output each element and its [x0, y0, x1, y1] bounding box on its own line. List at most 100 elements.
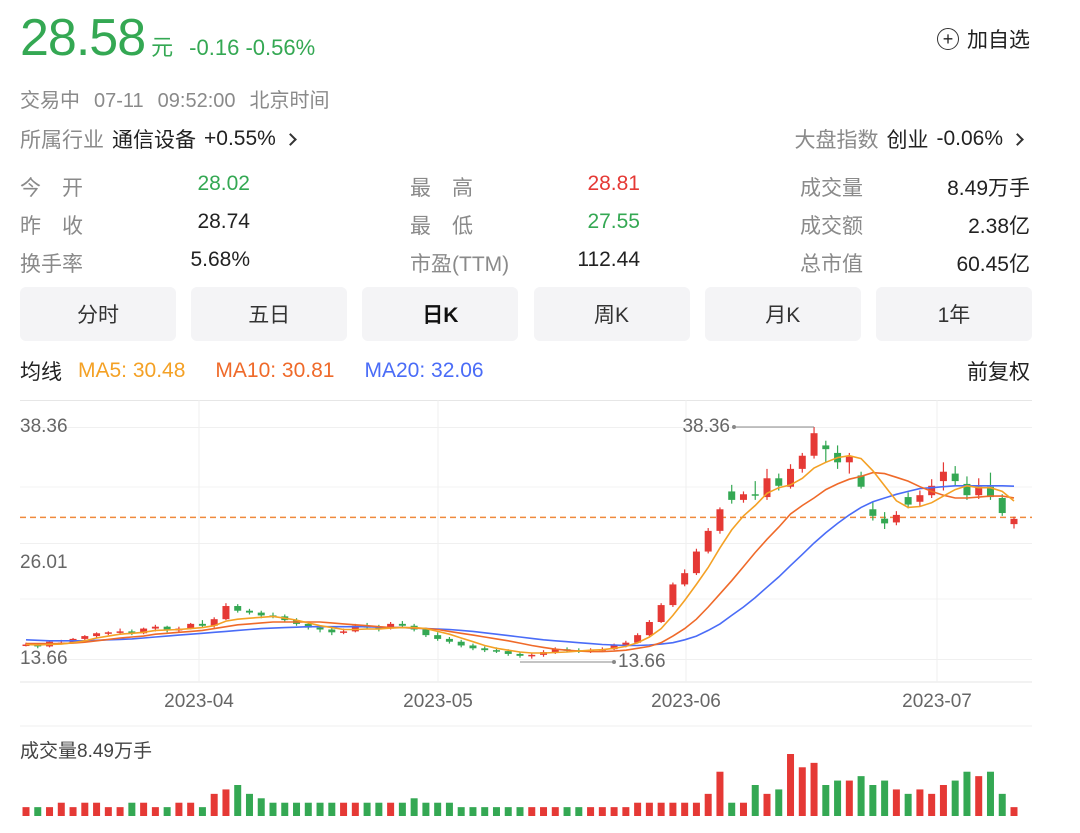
candle [481, 646, 489, 653]
volume-bar [540, 807, 548, 816]
volume-bar [681, 802, 689, 816]
candle-body [657, 605, 665, 622]
candle-body [340, 631, 348, 633]
volume-bar [798, 767, 806, 816]
volume-bar [69, 807, 77, 816]
candle-body [198, 623, 206, 626]
stat-pe: 市盈(TTM) 112.44 [410, 248, 640, 276]
candle-body [916, 495, 924, 502]
chevron-right-icon [283, 132, 297, 146]
candle [1010, 516, 1018, 529]
candle-body [1010, 518, 1018, 525]
candle [916, 490, 924, 507]
tab-five-day[interactable]: 五日 [191, 287, 348, 341]
tab-daily-k[interactable]: 日K [362, 287, 519, 341]
candle-body [422, 629, 430, 636]
volume-bar [504, 807, 512, 816]
candle-body [810, 433, 818, 456]
chevron-right-icon [1011, 132, 1024, 146]
adjust-toggle[interactable]: 前复权 [967, 356, 1030, 386]
candle [469, 643, 477, 651]
volume-bar [81, 802, 89, 816]
candle-body [739, 494, 747, 500]
candle-body [881, 518, 889, 524]
volume-bar [140, 802, 148, 816]
candle-body [692, 551, 700, 574]
candle [681, 569, 689, 587]
volume-bar [869, 785, 877, 816]
tab-monthly-k[interactable]: 月K [704, 287, 861, 341]
volume-bar [834, 780, 842, 816]
volume-bar [739, 802, 747, 816]
tab-weekly-k[interactable]: 周K [533, 287, 690, 341]
candlestick-chart[interactable]: 38.36 26.01 13.66 38.36 13.66 2023-04 2023-05 2… [0, 400, 1080, 740]
status-text: 交易中 [20, 90, 80, 112]
price-unit: 元 [151, 35, 174, 60]
volume-bar [316, 802, 324, 816]
volume-bar [928, 793, 936, 816]
ma-legend: 均线 MA5: 30.48 MA10: 30.81 MA20: 32.06 前复… [20, 356, 1030, 386]
status-date: 07-11 [94, 90, 144, 112]
candle [163, 625, 171, 633]
max-annotation-label: 38.36 [682, 416, 730, 437]
candle [751, 481, 759, 500]
volume-bar [434, 802, 442, 816]
candle [810, 427, 818, 459]
volume-bar [257, 798, 265, 816]
min-annotation-label: 13.66 [618, 651, 666, 672]
volume-bar [281, 802, 289, 816]
candle [657, 603, 665, 623]
tab-one-year[interactable]: 1年 [875, 287, 1032, 341]
volume-bar [704, 793, 712, 816]
volume-bar [375, 802, 383, 816]
candle-body [528, 654, 536, 657]
stats-grid: 今 开 28.02 最 高 28.81 成交量 8.49万手 昨 收 28.74 最 低… [20, 168, 1030, 282]
volume-bar [304, 802, 312, 816]
candle [222, 603, 230, 621]
volume-bar [881, 780, 889, 816]
candle [739, 491, 747, 503]
volume-bar [93, 802, 101, 816]
candle-body [81, 636, 89, 639]
volume-bar [492, 807, 500, 816]
y-tick-label: 26.01 [20, 552, 68, 573]
industry-link[interactable]: 所属行业 通信设备 +0.55% [20, 124, 297, 154]
industry-pct: +0.55% [204, 127, 276, 150]
ma-label: 均线 [20, 361, 62, 384]
volume-bar [645, 802, 653, 816]
candle-body [892, 514, 900, 523]
candle-body [104, 632, 112, 634]
index-link[interactable]: 大盘指数 创业 -0.06% [794, 124, 1024, 154]
candle [998, 494, 1006, 516]
tab-intraday[interactable]: 分时 [20, 287, 176, 341]
volume-bar [822, 785, 830, 816]
volume-bar [857, 776, 865, 816]
volume-bar [998, 793, 1006, 816]
ma10-line [26, 471, 1015, 653]
stat-volume: 成交量 8.49万手 [800, 177, 1030, 200]
volume-bar [657, 802, 665, 816]
candle-body [398, 623, 406, 626]
volume-bar [222, 789, 230, 816]
volume-bar [986, 771, 994, 816]
volume-bar [892, 789, 900, 816]
candle-body [222, 606, 230, 620]
volume-bar [622, 807, 630, 816]
stat-low: 最 低 27.55 [410, 210, 640, 238]
candle-body [481, 648, 489, 651]
candle [398, 621, 406, 628]
volume-bar [46, 807, 54, 816]
volume-bar [904, 793, 912, 816]
volume-bar [163, 807, 171, 816]
volume-bar [210, 793, 218, 816]
volume-chart [22, 754, 1018, 816]
trading-status: 交易中 07-11 09:52:00 北京时间 [20, 84, 344, 113]
add-watchlist-button[interactable]: + 加自选 [937, 24, 1030, 54]
max-annotation-dot [732, 425, 736, 429]
volume-bar [845, 780, 853, 816]
ma5-value: MA5: 30.48 [78, 359, 186, 382]
candle-body [704, 530, 712, 552]
candle-body [316, 627, 324, 630]
candle [963, 476, 971, 500]
volume-bar [692, 802, 700, 816]
